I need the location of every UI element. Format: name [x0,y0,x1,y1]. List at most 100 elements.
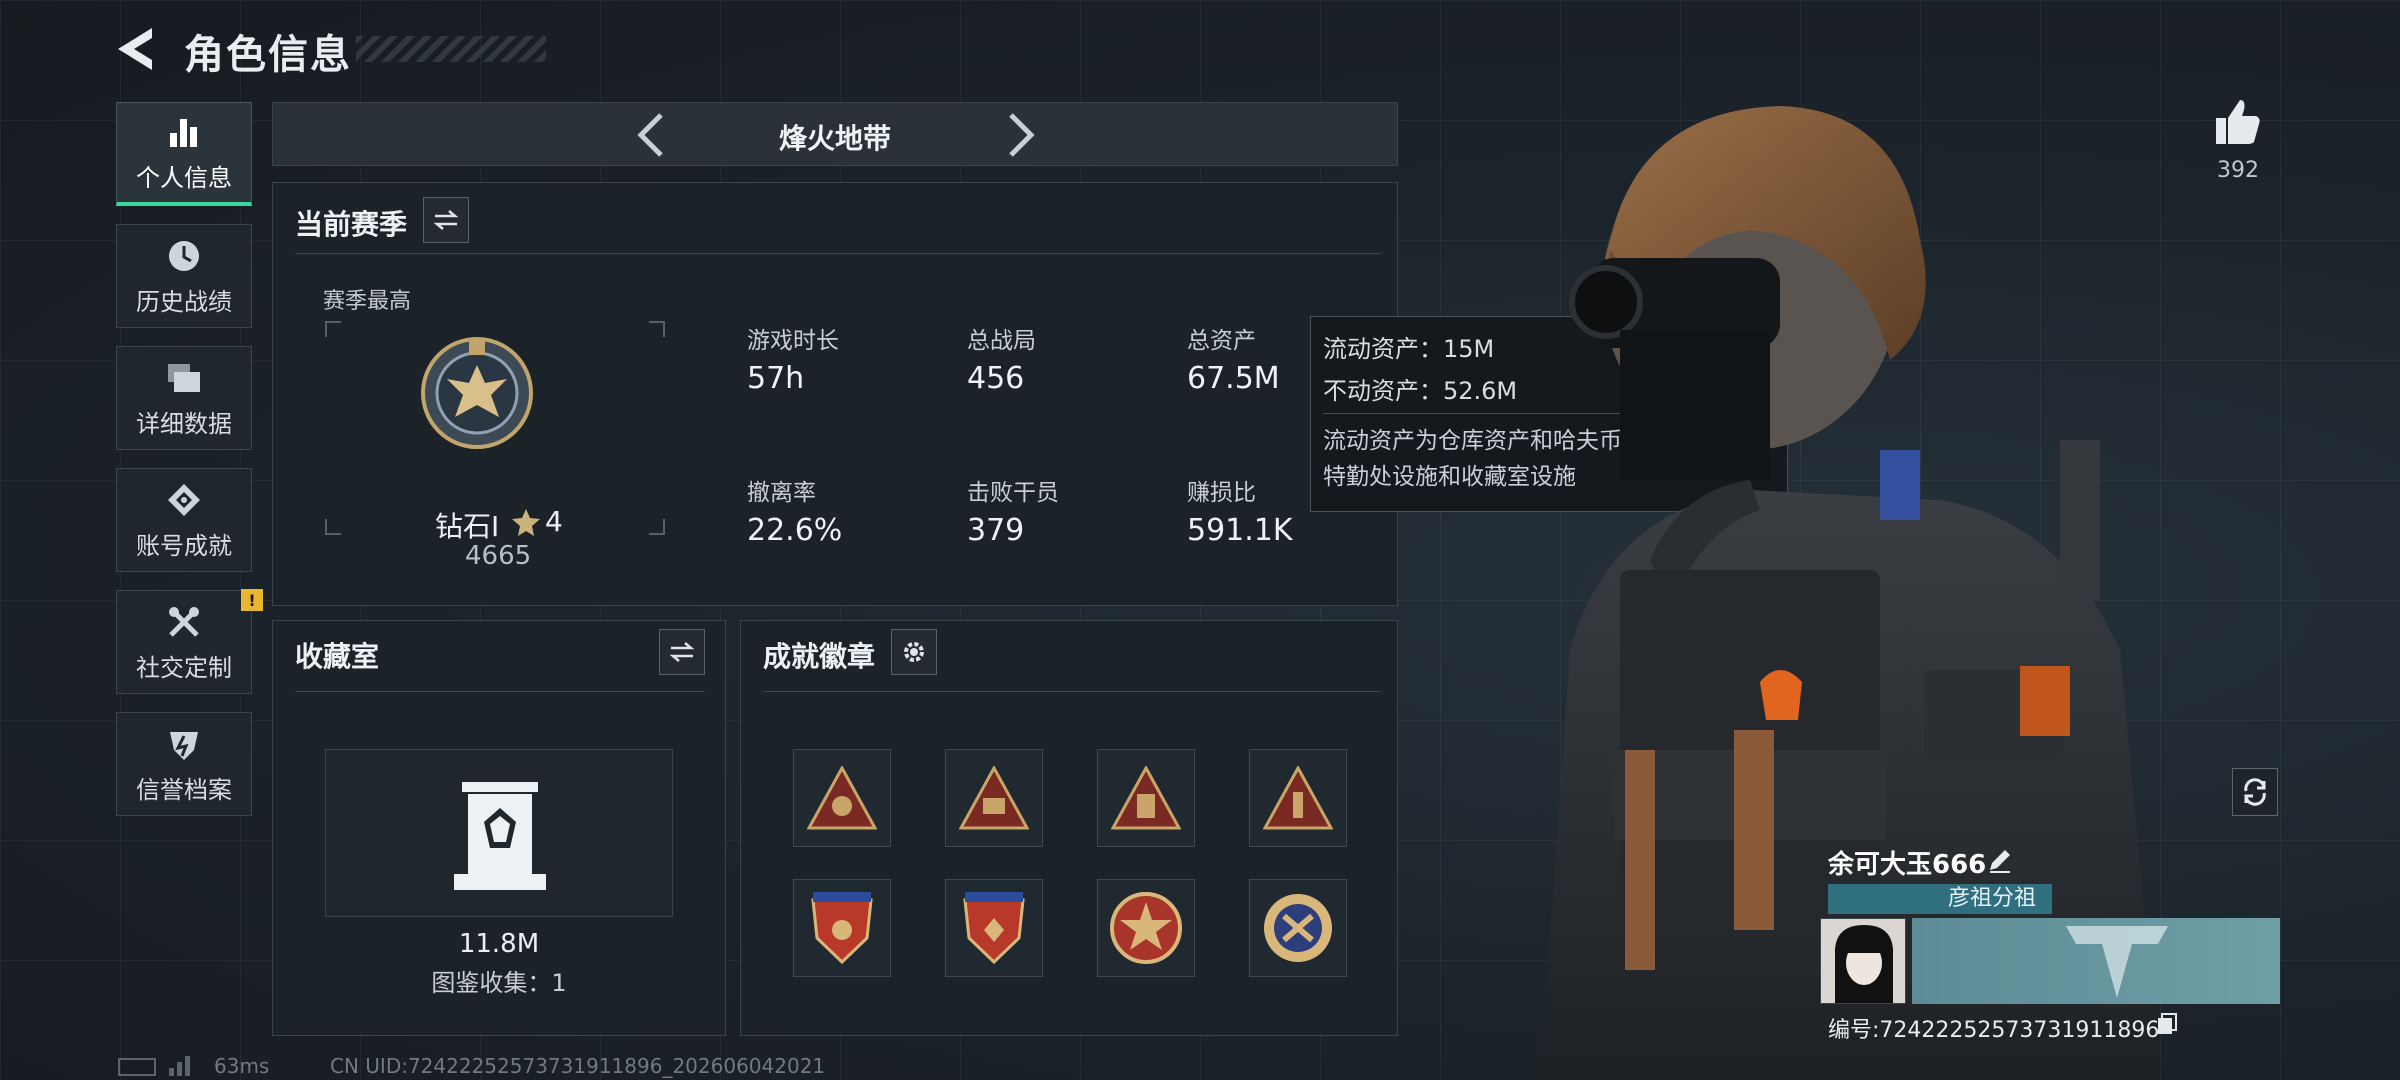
folder-icon [164,358,204,398]
banner-emblem-icon [2066,926,2168,998]
season-best-label: 赛季最高 [323,289,412,314]
collection-catalog: 图鉴收集：1 [431,969,567,997]
avatar-portrait [1821,919,1905,1003]
achievement-badge[interactable] [1097,879,1195,977]
clock-icon [164,236,204,276]
stat-value-playtime: 57h [747,361,805,396]
season-title: 当前赛季 [295,208,408,241]
achievement-badge[interactable] [1249,749,1347,847]
shield-icon [164,724,204,764]
stat-label-profit-ratio: 赚损比 [1187,480,1256,506]
copy-icon[interactable] [2156,1012,2178,1036]
nav-item-history[interactable]: 历史战绩 [116,224,252,328]
bar-chart-icon [164,112,204,152]
shield-badge-icon [811,892,873,965]
rank-name: 钻石I [435,510,500,543]
nav-item-credit-file[interactable]: 信誉档案 [116,712,252,816]
nav-label: 信誉档案 [136,775,232,804]
triangle-badge-icon [1111,766,1181,830]
star-icon [512,509,540,536]
achievement-badge[interactable] [1097,749,1195,847]
title-decoration [356,36,546,62]
triangle-badge-icon [807,766,877,830]
player-id: 编号:7242225257373191189​6 [1828,1018,2160,1043]
alert-badge: ! [241,589,263,611]
stat-label-kills: 击败干员 [967,480,1059,506]
achievement-badge[interactable] [793,879,891,977]
collection-title: 收藏室 [295,640,380,673]
medal-icon [164,480,204,520]
thumbs-up-icon[interactable] [2214,98,2262,146]
nav-item-achievements[interactable]: 账号成就 [116,468,252,572]
ping-value: 63ms [214,1054,270,1078]
display-case-icon [454,782,546,890]
round-emblem-badge-icon [1264,894,1332,962]
swap-season-button[interactable] [423,197,469,243]
nav-label: 账号成就 [136,531,232,560]
gear-icon [904,642,924,662]
achievement-settings-button[interactable] [891,629,937,675]
frame-corner [649,519,665,535]
stat-value-kills: 379 [967,513,1025,548]
stat-value-matches: 456 [967,361,1025,396]
nav-label: 详细数据 [136,409,232,438]
swap-collection-button[interactable] [659,629,705,675]
nav-label: 历史战绩 [136,287,232,316]
achievements-title: 成就徽章 [763,640,876,673]
tools-icon [164,602,204,642]
battery-icon [118,1058,156,1076]
edit-icon[interactable] [1986,846,2014,874]
nav-label: 个人信息 [136,164,232,192]
shield-badge-icon [963,892,1025,965]
refresh-icon [2244,778,2266,806]
frame-corner [325,519,341,535]
stat-value-extract-rate: 22.6% [747,513,843,548]
likes-count: 392 [2217,158,2259,183]
avatar[interactable] [1820,918,1906,1004]
player-name: 余可大玉666 [1828,850,1987,880]
stat-label-playtime: 游戏时长 [747,328,839,354]
swap-icon [669,642,695,662]
triangle-badge-icon [1263,766,1333,830]
achievement-badge[interactable] [793,749,891,847]
achievement-badge[interactable] [945,879,1043,977]
nav-label: 社交定制 [136,653,232,682]
divider [295,691,705,692]
nav-item-social-custom[interactable]: ! 社交定制 [116,589,263,694]
spacer [2263,183,2264,184]
stat-label-assets: 总资产 [1187,328,1256,354]
page-title: 角色信息 [184,32,352,78]
collection-panel: 收藏室 11.8M 图鉴收集：1 [272,620,726,1036]
collection-value: 11.8M [458,929,540,959]
rank-points: 4665 [465,541,532,571]
star-seal-badge-icon [1110,892,1182,964]
divider [295,253,1381,254]
achievement-badge[interactable] [945,749,1043,847]
stat-value-assets: 67.5M [1187,361,1280,396]
stat-label-matches: 总战局 [967,328,1036,354]
season-panel: 当前赛季 赛季最高 钻石I 4 4665 游戏时长 57h 总战局 456 总资… [272,182,1398,606]
collection-preview[interactable] [325,749,673,917]
profile-banner [1912,918,2280,1004]
rotate-view-button[interactable] [2232,768,2278,816]
guild-tag[interactable]: 彦祖分祖 [1828,884,2052,914]
next-mode-arrow-icon[interactable] [995,109,1045,161]
frame-corner [325,321,341,337]
signal-icon [169,1056,190,1076]
frame-corner [649,321,665,337]
stat-value-profit-ratio: 591.1K [1187,513,1293,548]
stat-label-extract-rate: 撤离率 [747,480,816,506]
divider [763,691,1381,692]
achievements-panel: 成就徽章 [740,620,1398,1036]
swap-icon [433,210,459,230]
nav-item-detailed-data[interactable]: 详细数据 [116,346,252,450]
guild-name: 彦祖分祖 [1947,886,2036,911]
achievement-badge[interactable] [1249,879,1347,977]
mode-selector: 烽火地带 [272,102,1398,166]
footer-uid: CN UID:7242225257373191189​6_20260604202… [330,1054,826,1078]
rank-emblem-icon [421,337,533,449]
mode-title: 烽火地带 [778,122,891,155]
nav-item-personal-info[interactable]: 个人信息 [116,102,252,206]
triangle-badge-icon [959,766,1029,830]
back-arrow-icon[interactable] [112,24,158,74]
